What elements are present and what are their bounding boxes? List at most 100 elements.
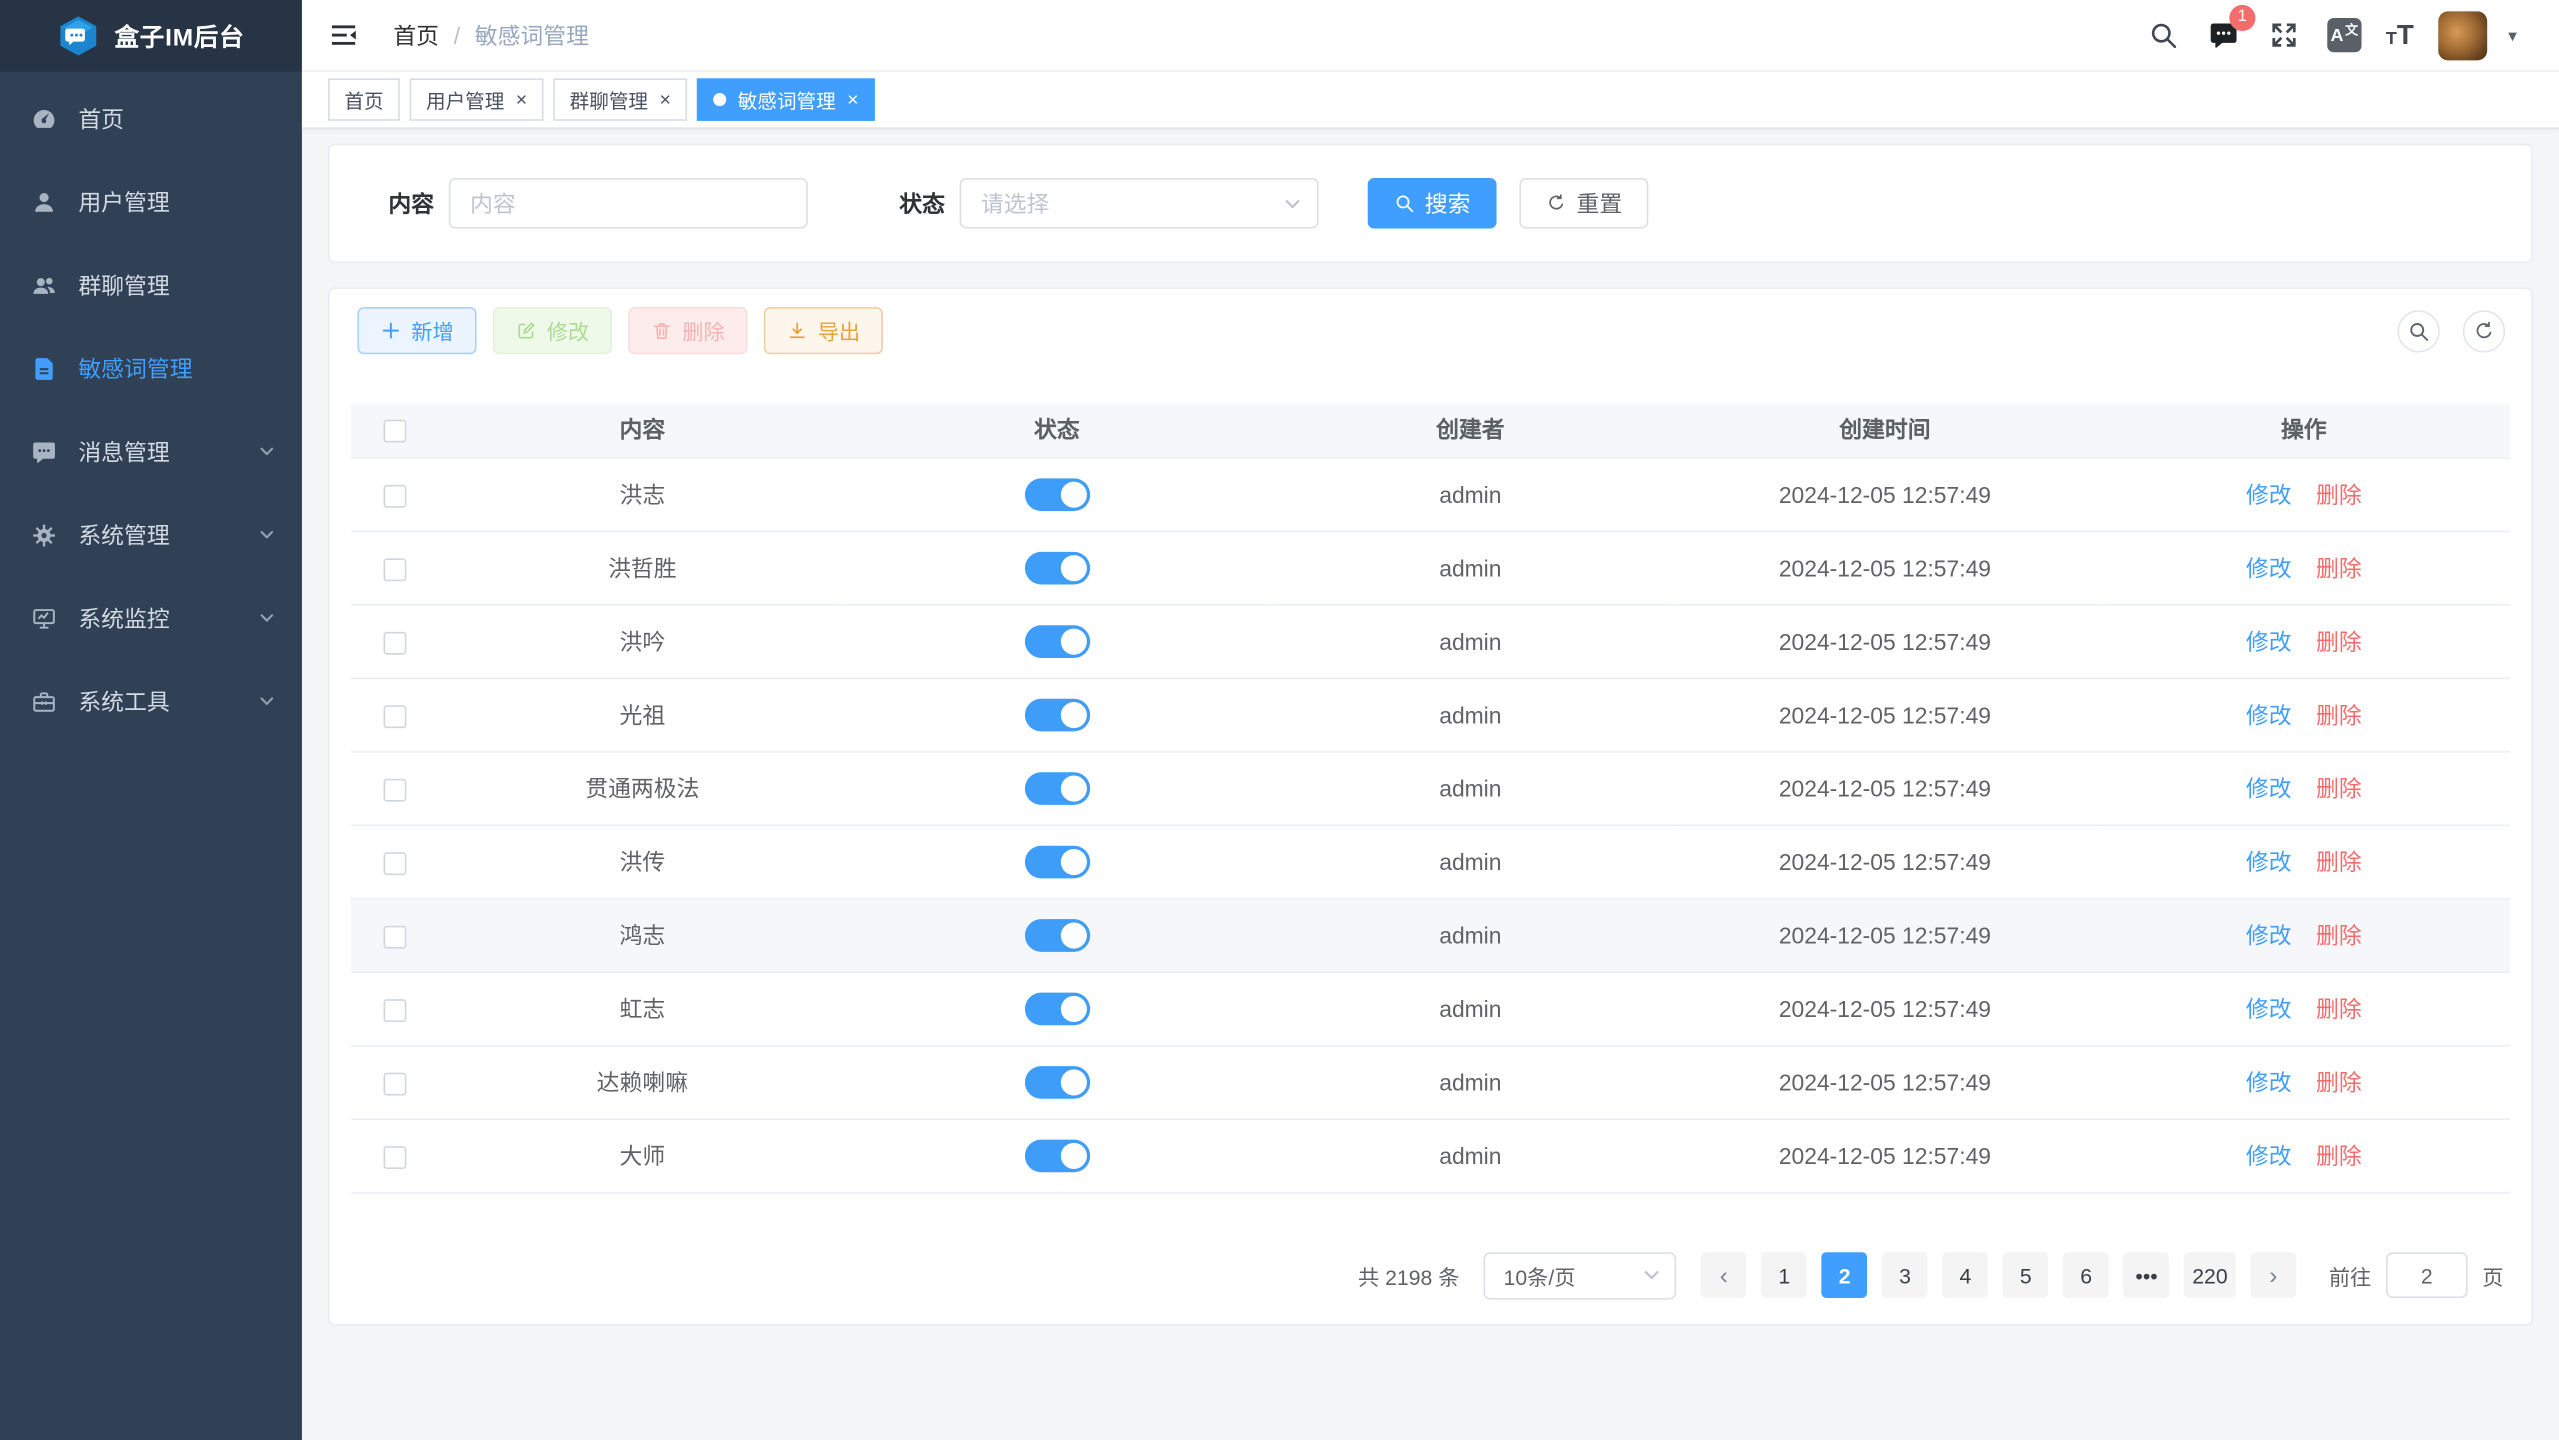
- sidebar-collapse-button[interactable]: [328, 19, 361, 52]
- row-checkbox[interactable]: [384, 558, 407, 581]
- page-button-6[interactable]: 6: [2063, 1252, 2109, 1298]
- sidebar-item-group-mgmt[interactable]: 群聊管理: [0, 243, 302, 326]
- table-row: 大师admin2024-12-05 12:57:49修改删除: [351, 1118, 2510, 1191]
- search-icon[interactable]: [2146, 17, 2182, 53]
- content-filter-input[interactable]: [449, 178, 808, 229]
- row-checkbox[interactable]: [384, 631, 407, 654]
- tab-sensitive-words[interactable]: 敏感词管理×: [697, 78, 875, 120]
- row-edit-link[interactable]: 修改: [2246, 554, 2292, 580]
- close-icon[interactable]: ×: [847, 90, 858, 110]
- sidebar-item-user-mgmt[interactable]: 用户管理: [0, 160, 302, 243]
- row-edit-link[interactable]: 修改: [2246, 995, 2292, 1021]
- more-pages-button[interactable]: •••: [2124, 1252, 2170, 1298]
- delete-button[interactable]: 删除: [628, 307, 747, 354]
- row-edit-link[interactable]: 修改: [2246, 628, 2292, 654]
- refresh-table-button[interactable]: [2463, 309, 2505, 351]
- status-toggle[interactable]: [1024, 918, 1089, 951]
- row-delete-link[interactable]: 删除: [2316, 628, 2362, 654]
- status-toggle[interactable]: [1024, 551, 1089, 584]
- status-toggle[interactable]: [1024, 1139, 1089, 1172]
- sidebar-menu: 首页用户管理群聊管理敏感词管理消息管理系统管理系统监控系统工具: [0, 72, 302, 743]
- cell-creator: admin: [1268, 751, 1672, 824]
- sidebar-item-message-mgmt[interactable]: 消息管理: [0, 410, 302, 493]
- sidebar-item-system-mgmt[interactable]: 系统管理: [0, 493, 302, 576]
- status-filter-select[interactable]: 请选择: [960, 178, 1319, 229]
- row-edit-link[interactable]: 修改: [2246, 848, 2292, 874]
- prev-page-button[interactable]: ‹: [1701, 1252, 1747, 1298]
- row-delete-link[interactable]: 删除: [2316, 922, 2362, 948]
- row-delete-link[interactable]: 删除: [2316, 848, 2362, 874]
- export-button[interactable]: 导出: [764, 307, 883, 354]
- row-delete-link[interactable]: 删除: [2316, 701, 2362, 727]
- row-checkbox[interactable]: [384, 852, 407, 875]
- close-icon[interactable]: ×: [516, 90, 527, 110]
- row-edit-link[interactable]: 修改: [2246, 481, 2292, 507]
- add-button[interactable]: 新增: [357, 307, 476, 354]
- row-checkbox[interactable]: [384, 925, 407, 948]
- page-button-2[interactable]: 2: [1822, 1252, 1868, 1298]
- row-checkbox[interactable]: [384, 705, 407, 728]
- page-button-1[interactable]: 1: [1761, 1252, 1807, 1298]
- row-checkbox[interactable]: [384, 999, 407, 1022]
- cell-created-at: 2024-12-05 12:57:49: [1672, 751, 2097, 824]
- reset-button[interactable]: 重置: [1519, 178, 1648, 229]
- row-delete-link[interactable]: 删除: [2316, 775, 2362, 801]
- column-header: 创建时间: [1672, 403, 2097, 457]
- status-toggle[interactable]: [1024, 698, 1089, 731]
- page-button-4[interactable]: 4: [1943, 1252, 1989, 1298]
- row-edit-link[interactable]: 修改: [2246, 701, 2292, 727]
- page-button-220[interactable]: 220: [2184, 1252, 2236, 1298]
- row-delete-link[interactable]: 删除: [2316, 1069, 2362, 1095]
- search-button[interactable]: 搜索: [1368, 178, 1497, 229]
- status-toggle[interactable]: [1024, 771, 1089, 804]
- page-button-5[interactable]: 5: [2003, 1252, 2049, 1298]
- row-checkbox[interactable]: [384, 1146, 407, 1169]
- row-checkbox[interactable]: [384, 484, 407, 507]
- avatar[interactable]: [2438, 11, 2487, 60]
- pagination: 共 2198 条 10条/页 ‹ 123456•••220 › 前往 页: [351, 1251, 2510, 1298]
- translate-a: A: [2330, 25, 2343, 45]
- edit-button[interactable]: 修改: [493, 307, 612, 354]
- plus-icon: [380, 320, 401, 341]
- close-icon[interactable]: ×: [659, 90, 670, 110]
- row-checkbox[interactable]: [384, 778, 407, 801]
- status-toggle[interactable]: [1024, 478, 1089, 511]
- font-size-icon[interactable]: TT: [2386, 21, 2414, 49]
- row-delete-link[interactable]: 删除: [2316, 481, 2362, 507]
- row-delete-link[interactable]: 删除: [2316, 995, 2362, 1021]
- row-edit-link[interactable]: 修改: [2246, 1142, 2292, 1168]
- page-size-select[interactable]: 10条/页: [1484, 1251, 1677, 1298]
- page-button-3[interactable]: 3: [1882, 1252, 1928, 1298]
- message-icon: [31, 438, 57, 464]
- sidebar-item-system-tools[interactable]: 系统工具: [0, 660, 302, 743]
- row-edit-link[interactable]: 修改: [2246, 922, 2292, 948]
- sidebar-item-home[interactable]: 首页: [0, 77, 302, 160]
- show-search-button[interactable]: [2397, 309, 2439, 351]
- status-toggle[interactable]: [1024, 624, 1089, 657]
- next-page-button[interactable]: ›: [2251, 1252, 2297, 1298]
- row-delete-link[interactable]: 删除: [2316, 554, 2362, 580]
- row-delete-link[interactable]: 删除: [2316, 1142, 2362, 1168]
- page-size-value: 10条/页: [1504, 1260, 1576, 1291]
- translate-icon[interactable]: A文: [2327, 18, 2361, 52]
- row-checkbox[interactable]: [384, 1072, 407, 1095]
- row-edit-link[interactable]: 修改: [2246, 1069, 2292, 1095]
- breadcrumb-home[interactable]: 首页: [393, 19, 439, 52]
- row-edit-link[interactable]: 修改: [2246, 775, 2292, 801]
- avatar-dropdown-caret-icon[interactable]: ▼: [2505, 27, 2520, 43]
- message-icon[interactable]: 1: [2206, 17, 2242, 53]
- column-header: 操作: [2098, 403, 2510, 457]
- trash-icon: [651, 320, 672, 341]
- select-all-checkbox[interactable]: [384, 420, 407, 443]
- fullscreen-icon[interactable]: [2267, 17, 2303, 53]
- status-toggle[interactable]: [1024, 1065, 1089, 1098]
- tab-group-mgmt[interactable]: 群聊管理×: [553, 78, 687, 120]
- edit-icon: [516, 320, 537, 341]
- sidebar-item-system-monitor[interactable]: 系统监控: [0, 576, 302, 659]
- tab-user-mgmt[interactable]: 用户管理×: [410, 78, 544, 120]
- sidebar-item-sensitive-words[interactable]: 敏感词管理: [0, 327, 302, 410]
- page-jump-input[interactable]: [2386, 1252, 2468, 1298]
- status-toggle[interactable]: [1024, 992, 1089, 1025]
- tab-home[interactable]: 首页: [328, 78, 400, 120]
- status-toggle[interactable]: [1024, 845, 1089, 878]
